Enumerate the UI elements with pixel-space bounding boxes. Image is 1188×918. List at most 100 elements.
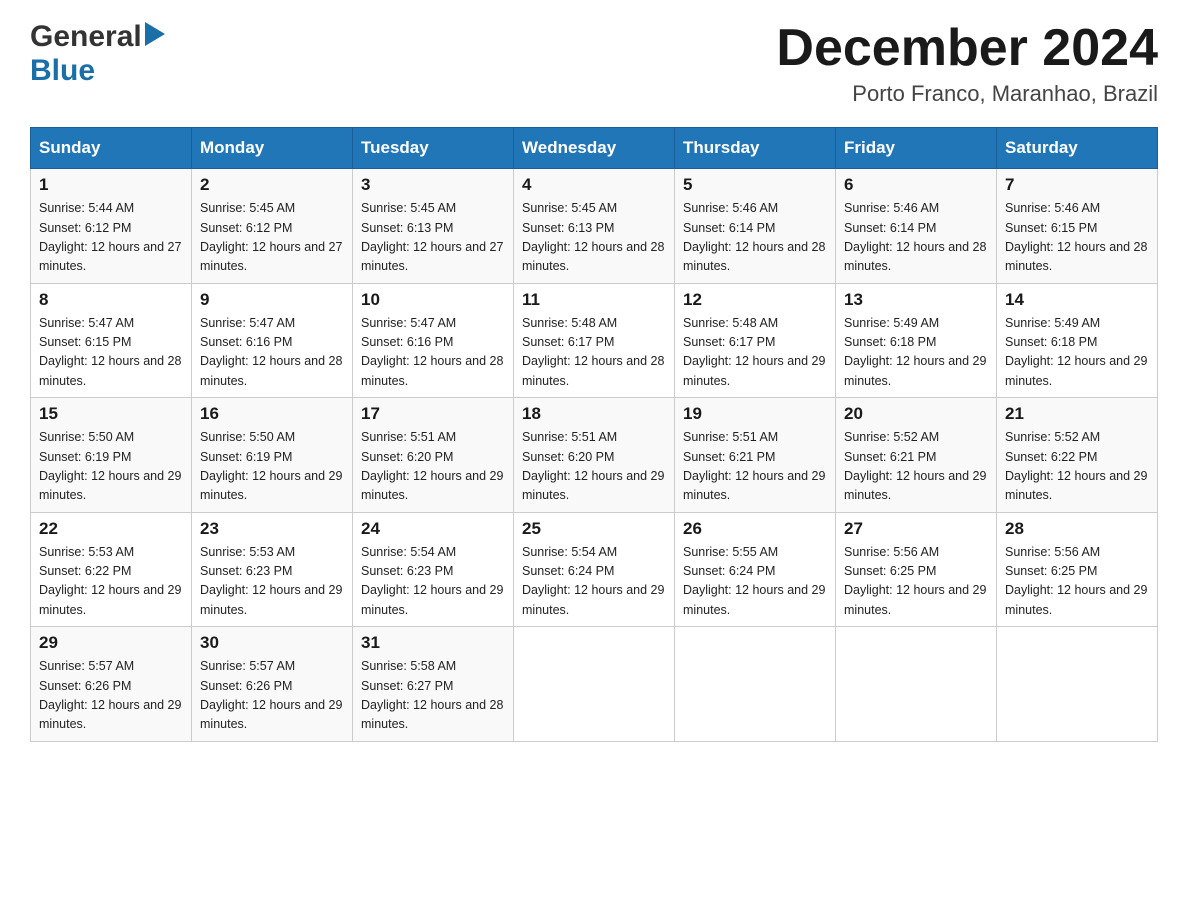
- day-number: 19: [683, 404, 827, 424]
- day-info: Sunrise: 5:46 AMSunset: 6:14 PMDaylight:…: [844, 199, 988, 277]
- calendar-cell: 11 Sunrise: 5:48 AMSunset: 6:17 PMDayligh…: [514, 283, 675, 398]
- calendar-cell: 16 Sunrise: 5:50 AMSunset: 6:19 PMDayligh…: [192, 398, 353, 513]
- day-number: 26: [683, 519, 827, 539]
- day-number: 25: [522, 519, 666, 539]
- day-info: Sunrise: 5:54 AMSunset: 6:23 PMDaylight:…: [361, 543, 505, 621]
- day-info: Sunrise: 5:48 AMSunset: 6:17 PMDaylight:…: [683, 314, 827, 392]
- header-sunday: Sunday: [31, 128, 192, 169]
- day-number: 16: [200, 404, 344, 424]
- header-friday: Friday: [836, 128, 997, 169]
- day-number: 5: [683, 175, 827, 195]
- calendar-cell: 30 Sunrise: 5:57 AMSunset: 6:26 PMDayligh…: [192, 627, 353, 742]
- calendar-cell: [836, 627, 997, 742]
- day-info: Sunrise: 5:52 AMSunset: 6:21 PMDaylight:…: [844, 428, 988, 506]
- day-number: 2: [200, 175, 344, 195]
- calendar-header-row: Sunday Monday Tuesday Wednesday Thursday…: [31, 128, 1158, 169]
- calendar-cell: 10Sunrise: 5:47 AMSunset: 6:16 PMDayligh…: [353, 283, 514, 398]
- day-info: Sunrise: 5:56 AMSunset: 6:25 PMDaylight:…: [844, 543, 988, 621]
- day-info: Sunrise: 5:45 AMSunset: 6:13 PMDaylight:…: [522, 199, 666, 277]
- day-info: Sunrise: 5:45 AMSunset: 6:13 PMDaylight:…: [361, 199, 505, 277]
- calendar-cell: 13 Sunrise: 5:49 AMSunset: 6:18 PMDayligh…: [836, 283, 997, 398]
- calendar-week-row: 1Sunrise: 5:44 AMSunset: 6:12 PMDaylight…: [31, 169, 1158, 284]
- day-number: 8: [39, 290, 183, 310]
- location-subtitle: Porto Franco, Maranhao, Brazil: [776, 81, 1158, 107]
- calendar-cell: 3Sunrise: 5:45 AMSunset: 6:13 PMDaylight…: [353, 169, 514, 284]
- calendar-cell: 27 Sunrise: 5:56 AMSunset: 6:25 PMDayligh…: [836, 512, 997, 627]
- calendar-cell: 8 Sunrise: 5:47 AMSunset: 6:15 PMDaylight…: [31, 283, 192, 398]
- day-number: 27: [844, 519, 988, 539]
- day-info: Sunrise: 5:47 AMSunset: 6:16 PMDaylight:…: [361, 314, 505, 392]
- calendar-cell: 24Sunrise: 5:54 AMSunset: 6:23 PMDayligh…: [353, 512, 514, 627]
- day-number: 11: [522, 290, 666, 310]
- calendar-cell: 18Sunrise: 5:51 AMSunset: 6:20 PMDayligh…: [514, 398, 675, 513]
- day-info: Sunrise: 5:50 AMSunset: 6:19 PMDaylight:…: [200, 428, 344, 506]
- header-wednesday: Wednesday: [514, 128, 675, 169]
- day-info: Sunrise: 5:50 AMSunset: 6:19 PMDaylight:…: [39, 428, 183, 506]
- day-number: 31: [361, 633, 505, 653]
- calendar-cell: 26Sunrise: 5:55 AMSunset: 6:24 PMDayligh…: [675, 512, 836, 627]
- day-info: Sunrise: 5:51 AMSunset: 6:20 PMDaylight:…: [361, 428, 505, 506]
- logo: General Blue: [30, 20, 165, 88]
- day-number: 28: [1005, 519, 1149, 539]
- calendar-cell: 7 Sunrise: 5:46 AMSunset: 6:15 PMDaylight…: [997, 169, 1158, 284]
- calendar-cell: 1Sunrise: 5:44 AMSunset: 6:12 PMDaylight…: [31, 169, 192, 284]
- header-thursday: Thursday: [675, 128, 836, 169]
- day-number: 21: [1005, 404, 1149, 424]
- day-number: 22: [39, 519, 183, 539]
- day-info: Sunrise: 5:48 AMSunset: 6:17 PMDaylight:…: [522, 314, 666, 392]
- day-info: Sunrise: 5:57 AMSunset: 6:26 PMDaylight:…: [39, 657, 183, 735]
- day-number: 29: [39, 633, 183, 653]
- calendar-week-row: 8 Sunrise: 5:47 AMSunset: 6:15 PMDaylight…: [31, 283, 1158, 398]
- day-info: Sunrise: 5:53 AMSunset: 6:23 PMDaylight:…: [200, 543, 344, 621]
- calendar-week-row: 15 Sunrise: 5:50 AMSunset: 6:19 PMDayligh…: [31, 398, 1158, 513]
- calendar-cell: 31 Sunrise: 5:58 AMSunset: 6:27 PMDayligh…: [353, 627, 514, 742]
- header-monday: Monday: [192, 128, 353, 169]
- calendar-cell: 5Sunrise: 5:46 AMSunset: 6:14 PMDaylight…: [675, 169, 836, 284]
- logo-arrow-icon: [145, 22, 165, 51]
- day-info: Sunrise: 5:49 AMSunset: 6:18 PMDaylight:…: [844, 314, 988, 392]
- day-info: Sunrise: 5:45 AMSunset: 6:12 PMDaylight:…: [200, 199, 344, 277]
- day-info: Sunrise: 5:56 AMSunset: 6:25 PMDaylight:…: [1005, 543, 1149, 621]
- calendar-cell: [997, 627, 1158, 742]
- logo-general-text: General: [30, 20, 142, 54]
- day-info: Sunrise: 5:52 AMSunset: 6:22 PMDaylight:…: [1005, 428, 1149, 506]
- calendar-cell: 14Sunrise: 5:49 AMSunset: 6:18 PMDayligh…: [997, 283, 1158, 398]
- calendar-week-row: 29 Sunrise: 5:57 AMSunset: 6:26 PMDayligh…: [31, 627, 1158, 742]
- day-number: 9: [200, 290, 344, 310]
- day-number: 23: [200, 519, 344, 539]
- calendar-cell: 6Sunrise: 5:46 AMSunset: 6:14 PMDaylight…: [836, 169, 997, 284]
- month-title: December 2024: [776, 20, 1158, 77]
- day-info: Sunrise: 5:54 AMSunset: 6:24 PMDaylight:…: [522, 543, 666, 621]
- calendar-cell: 4Sunrise: 5:45 AMSunset: 6:13 PMDaylight…: [514, 169, 675, 284]
- day-number: 30: [200, 633, 344, 653]
- day-info: Sunrise: 5:47 AMSunset: 6:16 PMDaylight:…: [200, 314, 344, 392]
- day-info: Sunrise: 5:47 AMSunset: 6:15 PMDaylight:…: [39, 314, 183, 392]
- day-info: Sunrise: 5:51 AMSunset: 6:21 PMDaylight:…: [683, 428, 827, 506]
- calendar-cell: 20 Sunrise: 5:52 AMSunset: 6:21 PMDayligh…: [836, 398, 997, 513]
- header-saturday: Saturday: [997, 128, 1158, 169]
- day-info: Sunrise: 5:57 AMSunset: 6:26 PMDaylight:…: [200, 657, 344, 735]
- day-number: 1: [39, 175, 183, 195]
- calendar-cell: 2 Sunrise: 5:45 AMSunset: 6:12 PMDaylight…: [192, 169, 353, 284]
- day-info: Sunrise: 5:53 AMSunset: 6:22 PMDaylight:…: [39, 543, 183, 621]
- day-number: 17: [361, 404, 505, 424]
- calendar-cell: 22 Sunrise: 5:53 AMSunset: 6:22 PMDayligh…: [31, 512, 192, 627]
- day-info: Sunrise: 5:49 AMSunset: 6:18 PMDaylight:…: [1005, 314, 1149, 392]
- calendar-cell: 12 Sunrise: 5:48 AMSunset: 6:17 PMDayligh…: [675, 283, 836, 398]
- day-number: 20: [844, 404, 988, 424]
- calendar-cell: 29 Sunrise: 5:57 AMSunset: 6:26 PMDayligh…: [31, 627, 192, 742]
- day-number: 7: [1005, 175, 1149, 195]
- calendar-cell: 9 Sunrise: 5:47 AMSunset: 6:16 PMDaylight…: [192, 283, 353, 398]
- day-number: 15: [39, 404, 183, 424]
- page-header: General Blue December 2024 Porto Franco,…: [30, 20, 1158, 107]
- day-number: 12: [683, 290, 827, 310]
- calendar-cell: 15 Sunrise: 5:50 AMSunset: 6:19 PMDayligh…: [31, 398, 192, 513]
- calendar-cell: 28 Sunrise: 5:56 AMSunset: 6:25 PMDayligh…: [997, 512, 1158, 627]
- day-number: 13: [844, 290, 988, 310]
- day-info: Sunrise: 5:58 AMSunset: 6:27 PMDaylight:…: [361, 657, 505, 735]
- day-info: Sunrise: 5:46 AMSunset: 6:15 PMDaylight:…: [1005, 199, 1149, 277]
- day-info: Sunrise: 5:51 AMSunset: 6:20 PMDaylight:…: [522, 428, 666, 506]
- calendar-table: Sunday Monday Tuesday Wednesday Thursday…: [30, 127, 1158, 742]
- calendar-week-row: 22 Sunrise: 5:53 AMSunset: 6:22 PMDayligh…: [31, 512, 1158, 627]
- calendar-cell: 17 Sunrise: 5:51 AMSunset: 6:20 PMDayligh…: [353, 398, 514, 513]
